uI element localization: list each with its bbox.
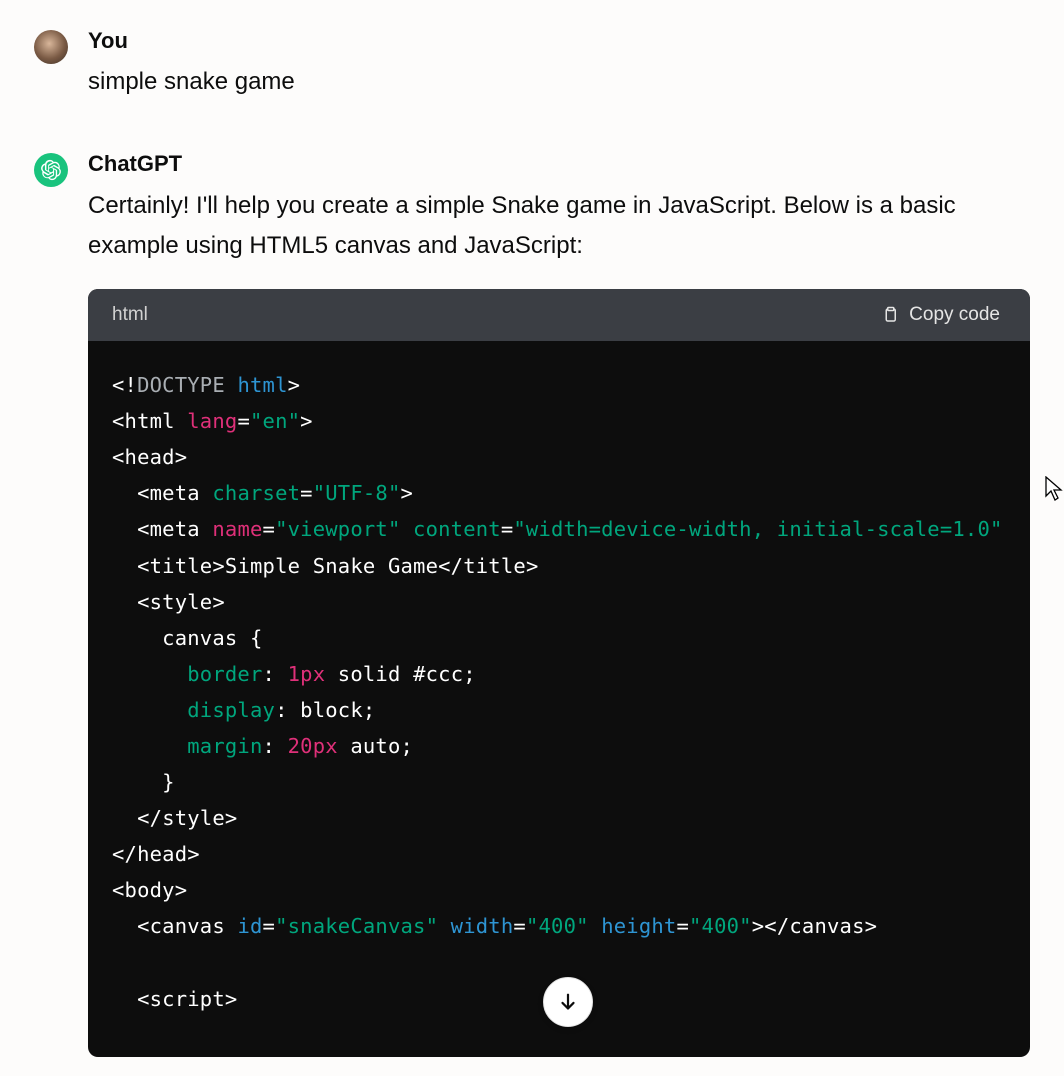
- code-content[interactable]: <!DOCTYPE html> <html lang="en"> <head> …: [88, 341, 1030, 1056]
- assistant-avatar: [34, 153, 68, 187]
- user-message: You simple snake game: [34, 28, 1030, 103]
- user-avatar: [34, 30, 68, 64]
- code-language-label: html: [112, 304, 148, 326]
- code-block-header: html Copy code: [88, 289, 1030, 341]
- chat-thread: You simple snake game ChatGPT Certainly!…: [0, 0, 1064, 1057]
- copy-code-label: Copy code: [909, 304, 1000, 326]
- scroll-to-bottom-button[interactable]: [543, 977, 593, 1027]
- openai-logo-icon: [40, 159, 62, 181]
- clipboard-icon: [881, 305, 899, 325]
- arrow-down-icon: [557, 991, 579, 1013]
- assistant-message: ChatGPT Certainly! I'll help you create …: [34, 151, 1030, 1056]
- user-message-text: simple snake game: [88, 62, 1030, 103]
- user-author-label: You: [88, 28, 1030, 54]
- assistant-author-label: ChatGPT: [88, 151, 1030, 177]
- assistant-message-text: Certainly! I'll help you create a simple…: [88, 186, 1030, 268]
- copy-code-button[interactable]: Copy code: [875, 303, 1006, 327]
- code-block: html Copy code <!DOCTYPE html> <html lan…: [88, 289, 1030, 1056]
